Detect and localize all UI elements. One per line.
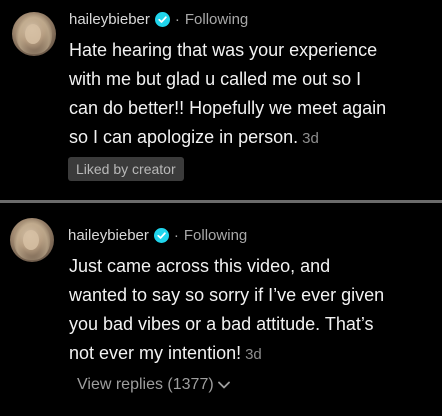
comment-header: haileybieber · Following xyxy=(69,11,248,28)
comment-timestamp: 3d xyxy=(302,130,319,147)
comment-divider xyxy=(0,200,442,203)
comment-text: Hate hearing that was your experience wi… xyxy=(69,36,439,153)
avatar[interactable] xyxy=(10,218,54,262)
comment-timestamp: 3d xyxy=(245,346,262,363)
separator-dot: · xyxy=(174,11,180,28)
liked-by-creator-badge: Liked by creator xyxy=(68,157,184,181)
verified-badge-icon xyxy=(154,12,170,27)
verified-badge-icon xyxy=(153,228,169,243)
following-label[interactable]: Following xyxy=(184,227,247,244)
following-label[interactable]: Following xyxy=(185,11,248,28)
view-replies-button[interactable]: View replies (1377) xyxy=(77,376,230,394)
comment-body: Just came across this video, and wanted … xyxy=(69,256,385,363)
comment-item: haileybieber · Following Hate hearing th… xyxy=(0,0,442,202)
avatar-face xyxy=(23,230,39,250)
username[interactable]: haileybieber xyxy=(69,11,150,28)
avatar-face xyxy=(25,24,41,44)
view-replies-label: View replies (1377) xyxy=(77,376,214,393)
username[interactable]: haileybieber xyxy=(68,227,149,244)
chevron-down-icon xyxy=(217,381,230,389)
comment-header: haileybieber · Following xyxy=(68,227,247,244)
avatar[interactable] xyxy=(12,12,56,56)
separator-dot: · xyxy=(173,227,179,244)
comment-body: Hate hearing that was your experience wi… xyxy=(69,40,387,147)
comment-item: haileybieber · Following Just came acros… xyxy=(0,206,442,416)
comment-text: Just came across this video, and wanted … xyxy=(69,252,439,369)
